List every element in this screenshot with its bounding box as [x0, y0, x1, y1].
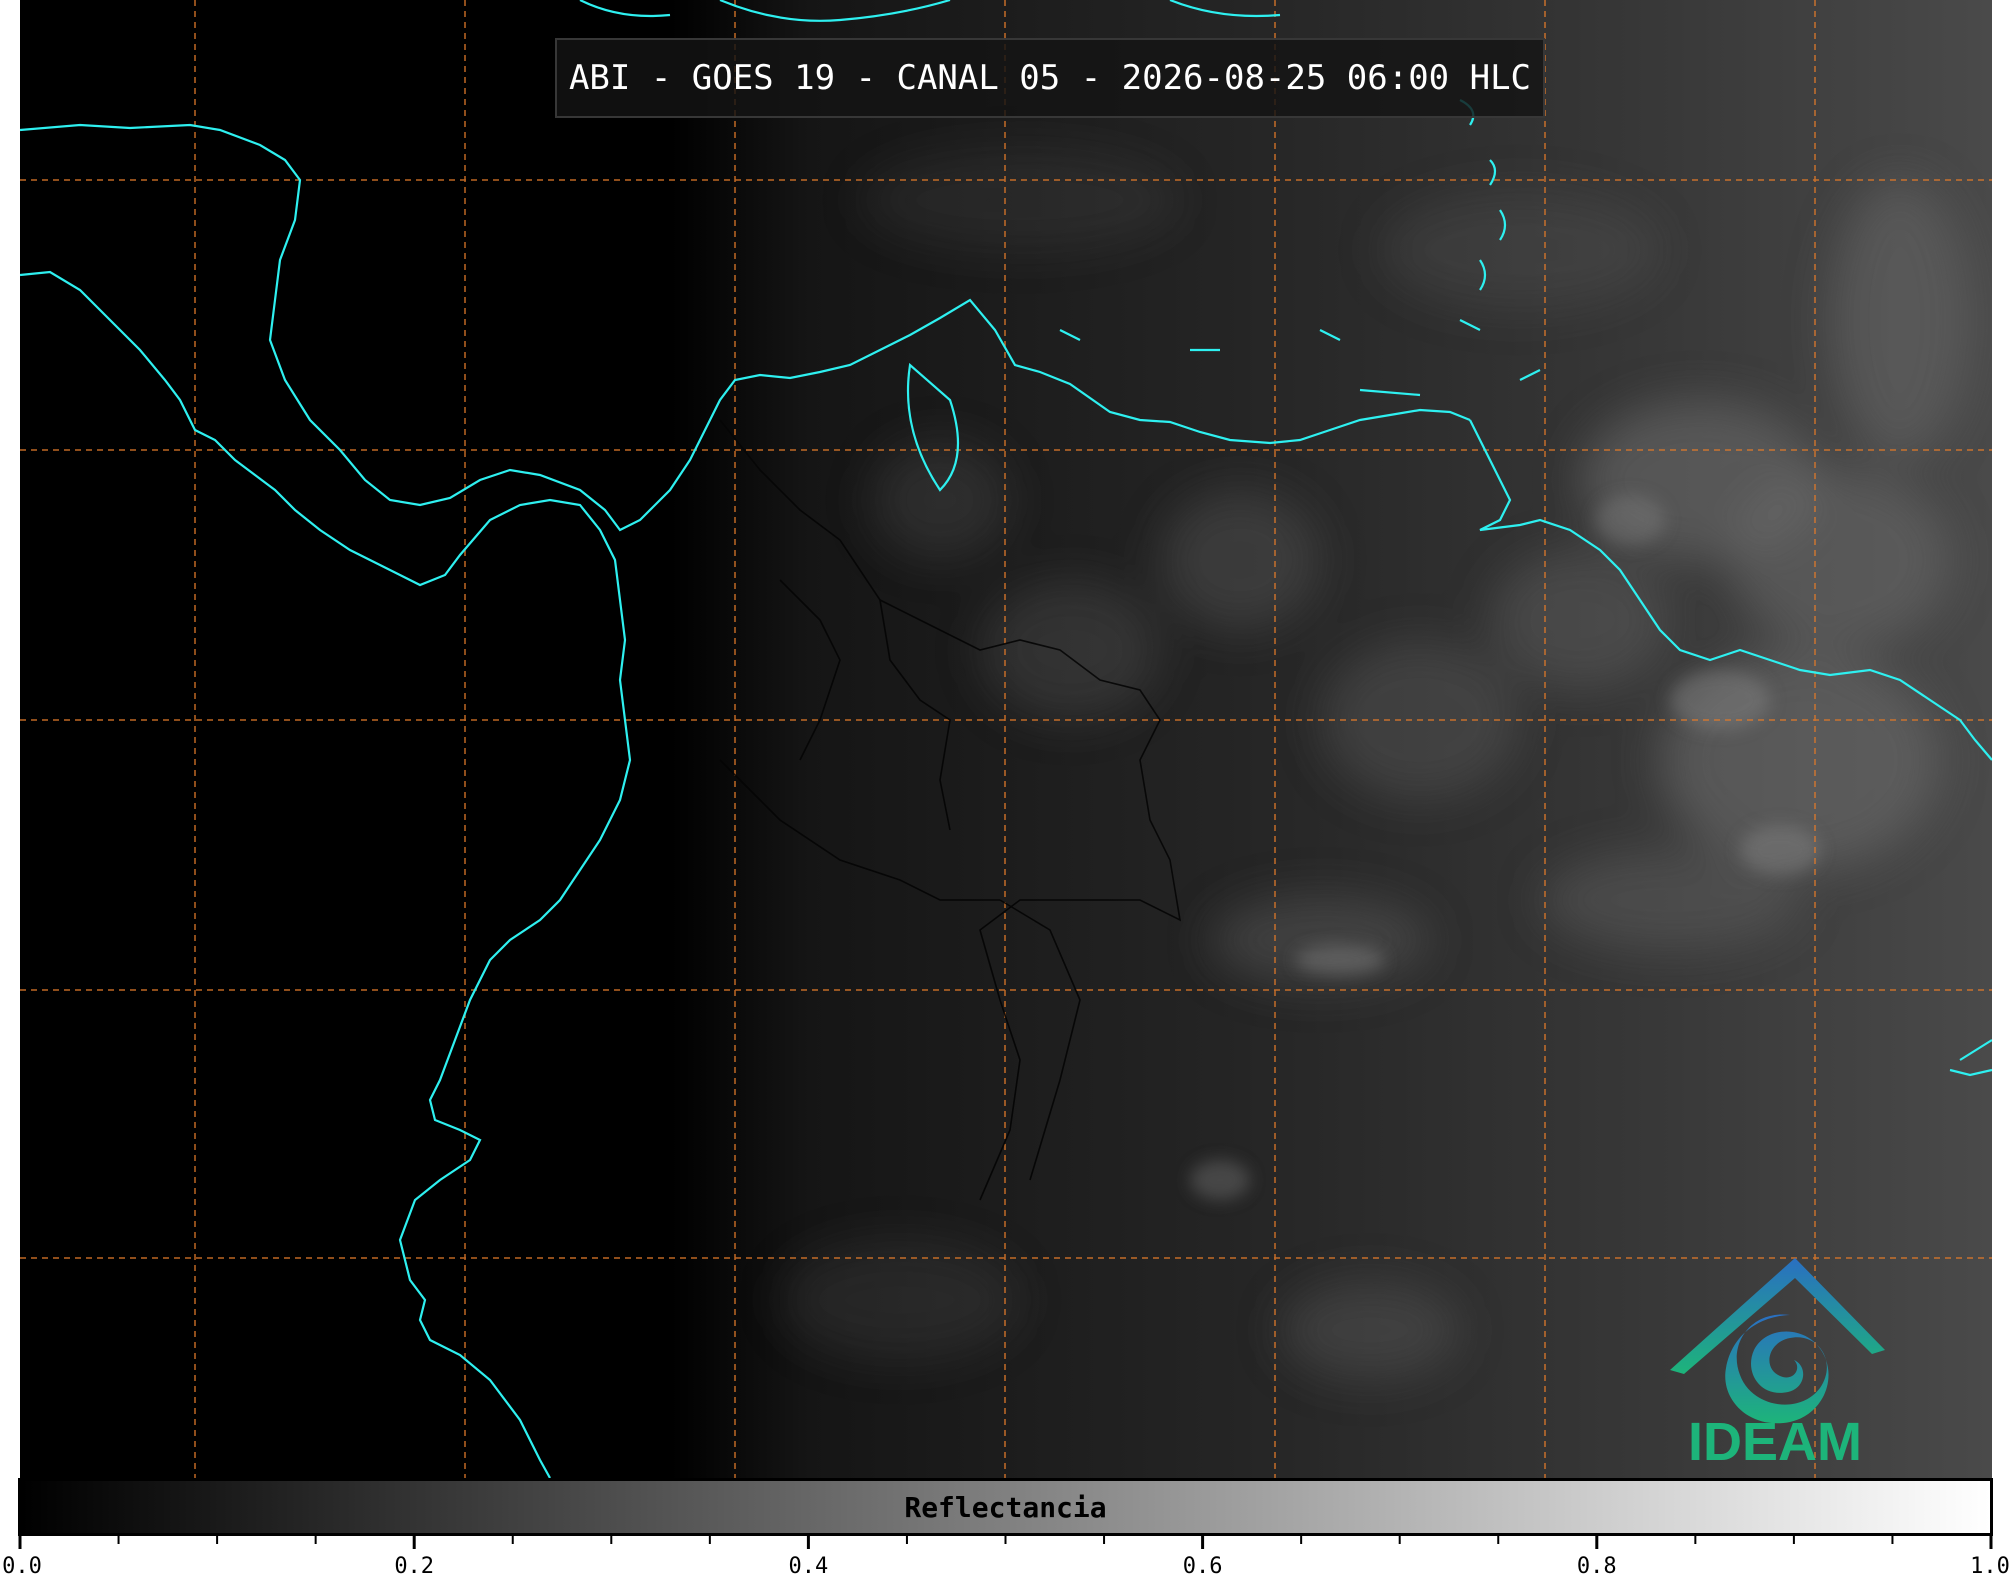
- tick-label: 0.6: [1182, 1554, 1223, 1577]
- image-title: ABI - GOES 19 - CANAL 05 - 2026-08-25 06…: [555, 38, 1545, 118]
- tick-label: 0.4: [788, 1554, 829, 1577]
- tick-label: 0.2: [394, 1554, 435, 1577]
- colorbar-ticks: [18, 1536, 1993, 1549]
- ideam-logo: IDEAM: [1670, 1258, 1885, 1472]
- colorbar: Reflectancia: [18, 1478, 1993, 1536]
- colorbar-label: Reflectancia: [904, 1491, 1107, 1524]
- tick-label: 1.0: [1970, 1554, 2010, 1577]
- satellite-image-viewer: ABI - GOES 19 - CANAL 05 - 2026-08-25 06…: [0, 0, 2011, 1577]
- spiral-icon: [1725, 1314, 1829, 1424]
- logo-text: IDEAM: [1688, 1412, 1862, 1472]
- tick-label: 0.8: [1576, 1554, 1617, 1577]
- tick-label: 0.0: [2, 1554, 42, 1577]
